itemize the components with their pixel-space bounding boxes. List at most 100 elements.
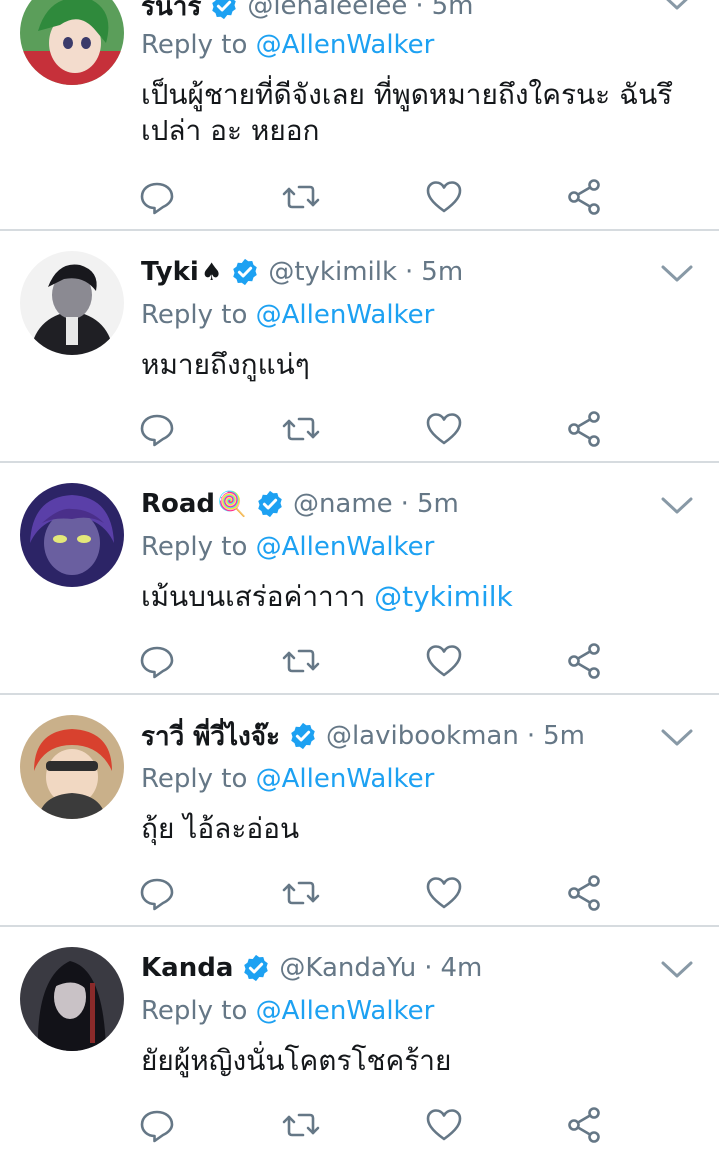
share-button[interactable]: [565, 177, 605, 217]
chevron-down-icon[interactable]: [660, 960, 694, 980]
share-button[interactable]: [565, 1105, 605, 1145]
retweet-icon: [282, 417, 320, 441]
avatar[interactable]: [20, 251, 124, 355]
separator-dot: ·: [415, 0, 424, 21]
verified-badge-icon: [244, 954, 269, 982]
tweet-text-line: หมายถึงกูแน่ๆ: [141, 348, 310, 381]
separator-dot: ·: [400, 489, 409, 519]
verified-badge-icon: [258, 490, 282, 518]
display-name[interactable]: Road: [141, 489, 215, 519]
reply-prefix: Reply to: [141, 300, 248, 330]
reply-context: Reply to @AllenWalker: [141, 996, 434, 1026]
reply-to-link[interactable]: @AllenWalker: [256, 764, 435, 794]
avatar[interactable]: [20, 0, 124, 85]
reply-button[interactable]: [137, 1105, 177, 1145]
separator-dot: ·: [424, 953, 433, 983]
retweet-button[interactable]: [281, 641, 321, 681]
timestamp[interactable]: 5m: [421, 257, 463, 287]
avatar[interactable]: [20, 715, 124, 819]
reply-button[interactable]: [137, 873, 177, 913]
reply-icon: [140, 646, 174, 679]
reply-to-link[interactable]: @AllenWalker: [256, 30, 435, 60]
share-button[interactable]: [565, 873, 605, 913]
tweet-text: หมายถึงกูแน่ๆ: [141, 347, 701, 383]
display-name[interactable]: รนาร: [141, 0, 201, 27]
reply-to-link[interactable]: @AllenWalker: [256, 300, 435, 330]
retweet-button[interactable]: [281, 1105, 321, 1145]
reply-icon: [140, 878, 174, 911]
user-handle[interactable]: @KandaYu: [279, 953, 416, 983]
reply-button[interactable]: [137, 641, 177, 681]
reply-context: Reply to @AllenWalker: [141, 300, 434, 330]
tweet-text: เป็นผู้ชายที่ดีจังเลย ที่พูดหมายถึงใครนะ…: [141, 77, 701, 149]
like-icon: [426, 181, 462, 213]
retweet-button[interactable]: [281, 409, 321, 449]
user-handle[interactable]: @name: [293, 489, 393, 519]
share-button[interactable]: [565, 409, 605, 449]
like-button[interactable]: [424, 641, 464, 681]
reply-button[interactable]: [137, 409, 177, 449]
reply-context: Reply to @AllenWalker: [141, 30, 434, 60]
reply-prefix: Reply to: [141, 30, 248, 60]
verified-badge-icon: [212, 0, 237, 20]
tweet-header: Kanda @KandaYu · 4m: [141, 948, 482, 988]
retweet-icon: [282, 649, 320, 673]
avatar[interactable]: [20, 947, 124, 1051]
tweet-text-line: เม้นบนเสร่อค่าาาา @tykimilk: [141, 579, 701, 615]
tweet-header: Tyki ♠ @tykimilk · 5m: [141, 252, 463, 292]
retweet-button[interactable]: [281, 177, 321, 217]
separator-dot: ·: [405, 257, 414, 287]
tweet-text-line: ถุ้ย ไอ้ละอ่อน: [141, 812, 300, 845]
name-emoji: ♠: [200, 258, 223, 286]
reply-icon: [140, 1110, 174, 1143]
timestamp[interactable]: 5m: [417, 489, 459, 519]
separator-dot: ·: [526, 721, 536, 751]
timestamp[interactable]: 5m: [432, 0, 474, 21]
display-name[interactable]: Kanda: [141, 953, 233, 983]
timestamp[interactable]: 4m: [440, 953, 482, 983]
tweet-divider: [0, 925, 719, 927]
display-name[interactable]: Tyki: [141, 257, 199, 287]
avatar[interactable]: [20, 483, 124, 587]
share-icon: [568, 643, 600, 679]
share-icon: [568, 411, 600, 447]
reply-to-link[interactable]: @AllenWalker: [256, 532, 435, 562]
like-button[interactable]: [424, 1105, 464, 1145]
tweet-header: Road 🍭 @name · 5m: [141, 484, 459, 524]
tweet-text-line: เปล่า อะ หยอก: [141, 114, 320, 147]
retweet-icon: [282, 1113, 320, 1137]
chevron-down-icon[interactable]: [660, 264, 694, 284]
tweet-divider: [0, 461, 719, 463]
share-button[interactable]: [565, 641, 605, 681]
tweet-text: เม้นบนเสร่อค่าาาา @tykimilk: [141, 579, 701, 615]
tweet-text: ยัยผู้หญิงนั่นโคตรโชคร้าย: [141, 1043, 701, 1079]
tweet-divider: [0, 693, 719, 695]
chevron-down-icon[interactable]: [660, 0, 694, 12]
reply-prefix: Reply to: [141, 532, 248, 562]
user-handle[interactable]: @tykimilk: [268, 257, 397, 287]
display-name[interactable]: ราวี่ พี่วี่ไงจ๊ะ: [141, 716, 280, 757]
tweet-text-line: เป็นผู้ชายที่ดีจังเลย ที่พูดหมายถึงใครนะ…: [141, 78, 673, 111]
user-handle[interactable]: @lenaleelee: [247, 0, 407, 21]
like-button[interactable]: [424, 409, 464, 449]
like-icon: [426, 413, 462, 445]
like-button[interactable]: [424, 177, 464, 217]
like-icon: [426, 877, 462, 909]
retweet-button[interactable]: [281, 873, 321, 913]
reply-context: Reply to @AllenWalker: [141, 764, 434, 794]
verified-badge-icon: [291, 722, 315, 750]
verified-badge-icon: [233, 258, 258, 286]
tweet-actions: [137, 641, 617, 681]
reply-prefix: Reply to: [141, 764, 248, 794]
reply-to-link[interactable]: @AllenWalker: [256, 996, 435, 1026]
retweet-icon: [282, 185, 320, 209]
like-button[interactable]: [424, 873, 464, 913]
chevron-down-icon[interactable]: [660, 496, 694, 516]
mention-link[interactable]: @tykimilk: [374, 580, 513, 613]
reply-button[interactable]: [137, 177, 177, 217]
tweet-text-segment: เม้นบนเสร่อค่าาาา: [141, 580, 375, 613]
tweet-header: รนาร @lenaleelee · 5m: [141, 0, 474, 26]
chevron-down-icon[interactable]: [660, 728, 694, 748]
timestamp[interactable]: 5m: [543, 721, 585, 751]
user-handle[interactable]: @lavibookman: [326, 721, 519, 751]
